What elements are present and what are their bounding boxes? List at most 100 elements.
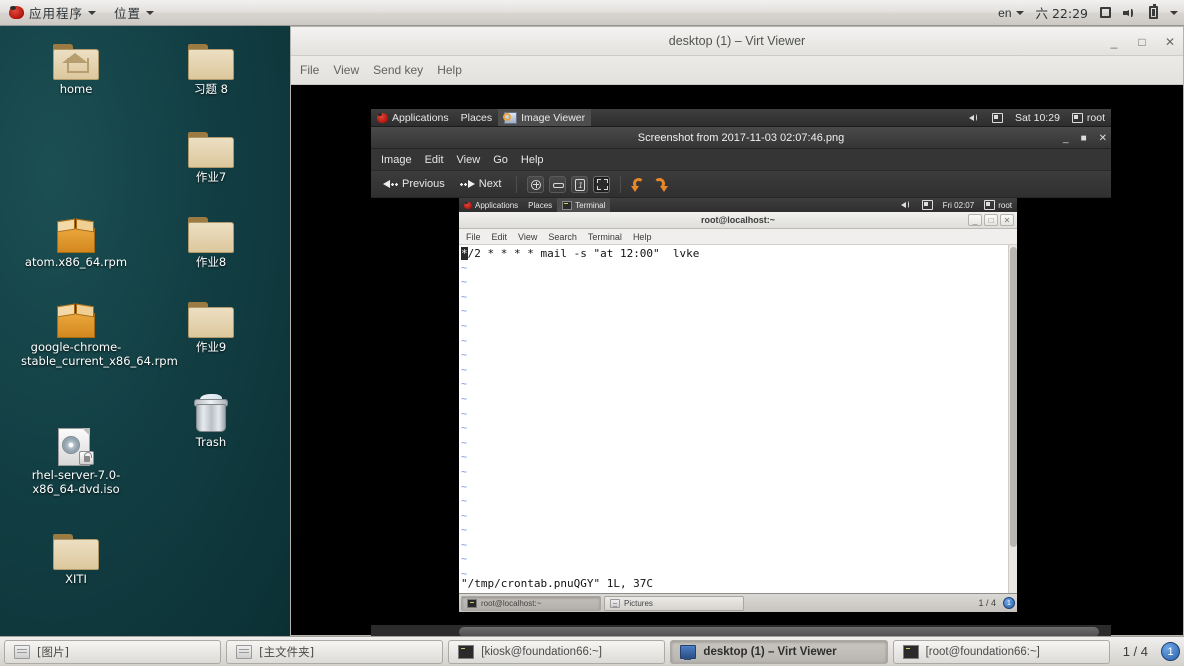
menu-image[interactable]: Image bbox=[381, 154, 412, 166]
virt-viewer-window: desktop (1) – Virt Viewer _ □ ✕ File Vie… bbox=[290, 26, 1184, 666]
workspace-pager[interactable]: 1 / 4 bbox=[1115, 644, 1156, 659]
desktop-icon-rhel-iso[interactable]: rhel-server-7.0-x86_64-dvd.iso bbox=[21, 422, 131, 496]
terminal-icon bbox=[458, 644, 475, 659]
taskbar-item-kiosk-terminal[interactable]: [kiosk@foundation66:~] bbox=[448, 639, 666, 664]
screenshot-places-label: Places bbox=[528, 200, 553, 210]
screenshot-applications-menu: Applications bbox=[459, 198, 523, 212]
desktop-icon-label: rhel-server-7.0-x86_64-dvd.iso bbox=[31, 468, 121, 496]
workspace-indicator: 1 bbox=[1003, 597, 1015, 609]
menu-view[interactable]: View bbox=[333, 63, 359, 77]
chevron-down-icon bbox=[1015, 10, 1024, 15]
menu-help[interactable]: Help bbox=[521, 154, 544, 166]
menu-send-key[interactable]: Send key bbox=[373, 63, 423, 77]
display-indicator[interactable] bbox=[1094, 0, 1117, 25]
vi-empty-line-markers: ~ ~ ~ ~ ~ ~ ~ ~ ~ ~ ~ ~ ~ ~ ~ ~ ~ ~ ~ ~ ~ ~ bbox=[461, 262, 1017, 583]
rotate-right-icon[interactable] bbox=[652, 176, 669, 192]
desktop-icon-zuoye8[interactable]: 作业8 bbox=[156, 209, 266, 270]
user-icon bbox=[1071, 112, 1083, 123]
minimize-button[interactable]: _ bbox=[1107, 35, 1121, 49]
guest-user-menu[interactable]: root bbox=[1066, 109, 1111, 126]
maximize-button[interactable]: □ bbox=[1135, 35, 1149, 49]
terminal-scrollbar bbox=[1008, 245, 1017, 593]
zoom-out-icon[interactable] bbox=[549, 175, 567, 193]
screenshot-applications-label: Applications bbox=[475, 200, 519, 210]
desktop-icon-atom-rpm[interactable]: atom.x86_64.rpm bbox=[21, 209, 131, 270]
folder-icon bbox=[14, 644, 30, 659]
applications-menu[interactable]: 应用程序 bbox=[0, 0, 105, 25]
terminal-icon bbox=[467, 598, 477, 608]
guest-active-app[interactable]: Image Viewer bbox=[498, 109, 592, 126]
menu-file[interactable]: File bbox=[300, 63, 319, 77]
vi-tilde-row: ~ bbox=[461, 306, 468, 318]
minimize-button: _ bbox=[968, 214, 982, 226]
rotate-left-icon[interactable] bbox=[631, 176, 647, 192]
image-viewer-menubar: Image Edit View Go Help bbox=[371, 149, 1111, 171]
guest-applications-menu[interactable]: Applications bbox=[371, 109, 455, 126]
virt-viewer-titlebar[interactable]: desktop (1) – Virt Viewer _ □ ✕ bbox=[291, 27, 1183, 56]
vi-tilde-row: ~ bbox=[461, 539, 468, 551]
guest-active-app-label: Image Viewer bbox=[521, 111, 586, 124]
guest-places-label: Places bbox=[460, 111, 493, 124]
close-button[interactable]: ✕ bbox=[1099, 133, 1107, 144]
menu-go[interactable]: Go bbox=[493, 154, 508, 166]
next-button[interactable]: Next bbox=[455, 176, 507, 192]
trash-icon bbox=[156, 389, 266, 433]
places-menu[interactable]: 位置 bbox=[105, 0, 163, 25]
image-viewer-titlebar[interactable]: Screenshot from 2017-11-03 02:07:46.png … bbox=[371, 127, 1111, 149]
guest-user-label: root bbox=[1086, 111, 1105, 124]
desktop-icon-label: XITI bbox=[65, 572, 87, 586]
desktop-icon-zuoye9[interactable]: 作业9 bbox=[156, 294, 266, 355]
guest-network-indicator[interactable] bbox=[986, 109, 1009, 126]
screenshot-taskbar: root@localhost:~ Pictures 1 / 4 1 bbox=[459, 593, 1017, 612]
normal-size-icon[interactable]: 1 bbox=[571, 175, 589, 193]
menu-file: File bbox=[466, 231, 481, 242]
best-fit-icon[interactable] bbox=[593, 175, 611, 193]
desktop-icon-zuoye7[interactable]: 作业7 bbox=[156, 124, 266, 185]
vi-tilde-row: ~ bbox=[461, 320, 468, 332]
taskbar-item-virt-viewer[interactable]: desktop (1) – Virt Viewer bbox=[670, 639, 888, 664]
workspace-pager: 1 / 4 bbox=[978, 598, 996, 608]
volume-indicator[interactable] bbox=[1117, 0, 1143, 25]
taskbar-item-terminal: root@localhost:~ bbox=[461, 595, 601, 611]
next-label: Next bbox=[478, 178, 502, 190]
guest-display-canvas[interactable]: Applications Places Image Viewer Sat 10:… bbox=[291, 86, 1183, 666]
terminal-command-line: */2 * * * * mail -s "at 12:00" lvke bbox=[461, 247, 1017, 262]
desktop-icon-xiti[interactable]: XITI bbox=[21, 526, 131, 587]
clock[interactable]: 六 22:29 bbox=[1030, 0, 1095, 25]
terminal-title: root@localhost:~ bbox=[700, 215, 776, 225]
screenshot-user-menu: root bbox=[979, 198, 1017, 212]
guest-places-menu[interactable]: Places bbox=[455, 109, 499, 126]
guest-clock[interactable]: Sat 10:29 bbox=[1009, 109, 1066, 126]
keyboard-layout-indicator[interactable]: en bbox=[992, 0, 1029, 25]
close-button: ✕ bbox=[1000, 214, 1014, 226]
vi-tilde-row: ~ bbox=[461, 262, 468, 274]
terminal-command-text: /2 * * * * mail -s "at 12:00" lvke bbox=[467, 247, 700, 260]
guest-applications-label: Applications bbox=[392, 111, 449, 124]
taskbar-item-home-folder[interactable]: [主文件夹] bbox=[226, 639, 444, 664]
taskbar-item-root-terminal[interactable]: [root@foundation66:~] bbox=[892, 639, 1110, 664]
vi-tilde-row: ~ bbox=[461, 452, 468, 464]
close-button[interactable]: ✕ bbox=[1163, 35, 1177, 49]
zoom-in-icon[interactable] bbox=[527, 175, 545, 193]
menu-view[interactable]: View bbox=[457, 154, 481, 166]
terminal-text-area: */2 * * * * mail -s "at 12:00" lvke ~ ~ ~ ~… bbox=[459, 245, 1017, 593]
desktop-icon-chrome-rpm[interactable]: google-chrome-stable_current_x86_64.rpm bbox=[21, 294, 178, 368]
folder-icon bbox=[156, 209, 266, 253]
guest-volume-indicator[interactable] bbox=[963, 109, 986, 126]
previous-button[interactable]: Previous bbox=[378, 176, 450, 192]
menu-edit: Edit bbox=[491, 231, 508, 242]
redhat-logo-icon bbox=[9, 6, 24, 19]
menu-edit[interactable]: Edit bbox=[425, 154, 444, 166]
desktop-icon-trash[interactable]: Trash bbox=[156, 389, 266, 450]
system-menu[interactable] bbox=[1164, 0, 1184, 25]
desktop-icon-home[interactable]: home bbox=[21, 36, 131, 97]
desktop-icon-xiti8[interactable]: 习题 8 bbox=[156, 36, 266, 97]
workspace-indicator[interactable]: 1 bbox=[1161, 642, 1180, 661]
menu-help: Help bbox=[632, 231, 652, 242]
taskbar-item-pictures[interactable]: [图片] bbox=[4, 639, 222, 664]
minimize-button[interactable]: _ bbox=[1063, 133, 1069, 144]
battery-indicator[interactable] bbox=[1143, 0, 1164, 25]
image-canvas[interactable]: Applications Places Terminal Fri 02:07 r… bbox=[371, 198, 1111, 639]
menu-help[interactable]: Help bbox=[437, 63, 462, 77]
maximize-button[interactable]: ■ bbox=[1081, 133, 1087, 144]
